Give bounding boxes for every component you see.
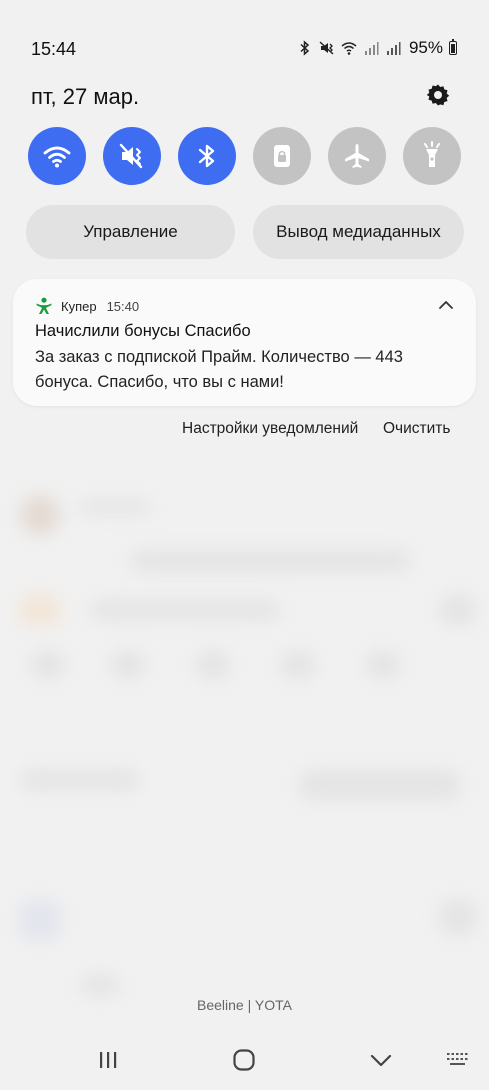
toggle-airplane[interactable]: [328, 127, 386, 185]
signal-icon: [386, 42, 401, 55]
mute-vibrate-icon: [119, 143, 143, 169]
wifi-icon: [43, 146, 71, 168]
back-button[interactable]: [366, 1047, 396, 1073]
device-control-button[interactable]: Управление: [26, 205, 235, 259]
toggle-rotation-lock[interactable]: [253, 127, 311, 185]
settings-button[interactable]: [423, 80, 453, 110]
gear-icon: [426, 84, 450, 106]
carrier-label: Beeline | YOTA: [197, 997, 292, 1013]
notification-settings-button[interactable]: Настройки уведомлений: [182, 420, 358, 440]
toggle-wifi[interactable]: [28, 127, 86, 185]
notification-card[interactable]: Купер 15:40 Начислили бонусы Спасибо За …: [13, 279, 476, 406]
battery-icon: [449, 39, 457, 55]
notification-time: 15:40: [106, 298, 140, 314]
toggle-flashlight[interactable]: [403, 127, 461, 185]
recent-apps-button[interactable]: [93, 1047, 123, 1073]
bluetooth-icon: [198, 144, 215, 168]
home-icon: [233, 1049, 255, 1071]
notification-app-name: Купер: [61, 298, 97, 314]
bluetooth-icon: [300, 40, 310, 56]
notification-header: Купер 15:40: [35, 297, 139, 315]
navigation-bar: [0, 1030, 489, 1090]
keyboard-button[interactable]: [443, 1047, 473, 1073]
chevron-down-icon: [370, 1054, 392, 1067]
keyboard-icon: [447, 1053, 468, 1065]
kuper-app-icon: [36, 297, 52, 314]
mute-vibrate-icon: [319, 41, 334, 55]
date-label: пт, 27 мар.: [31, 84, 140, 109]
status-time: 15:44: [31, 39, 77, 59]
status-bar: 15:44 95%: [0, 0, 489, 96]
toggle-sound[interactable]: [103, 127, 161, 185]
home-button[interactable]: [229, 1047, 259, 1073]
signal-icon: [364, 42, 379, 55]
notification-body: За заказ с подпиской Прайм. Количество —…: [35, 348, 403, 391]
media-output-button[interactable]: Вывод медиаданных: [253, 205, 464, 259]
battery-percent: 95%: [408, 38, 443, 57]
recent-apps-icon: [100, 1052, 117, 1068]
rotation-lock-icon: [274, 145, 290, 167]
flashlight-icon: [424, 141, 440, 167]
notification-title: Начислили бонусы Спасибо: [35, 322, 251, 340]
wifi-icon: [341, 42, 357, 55]
clear-notifications-button[interactable]: Очистить: [383, 420, 450, 440]
toggle-bluetooth[interactable]: [178, 127, 236, 185]
quick-toggles: [28, 127, 461, 185]
airplane-icon: [345, 144, 369, 168]
chevron-up-icon[interactable]: [436, 295, 456, 315]
status-icons: 95%: [297, 38, 457, 58]
